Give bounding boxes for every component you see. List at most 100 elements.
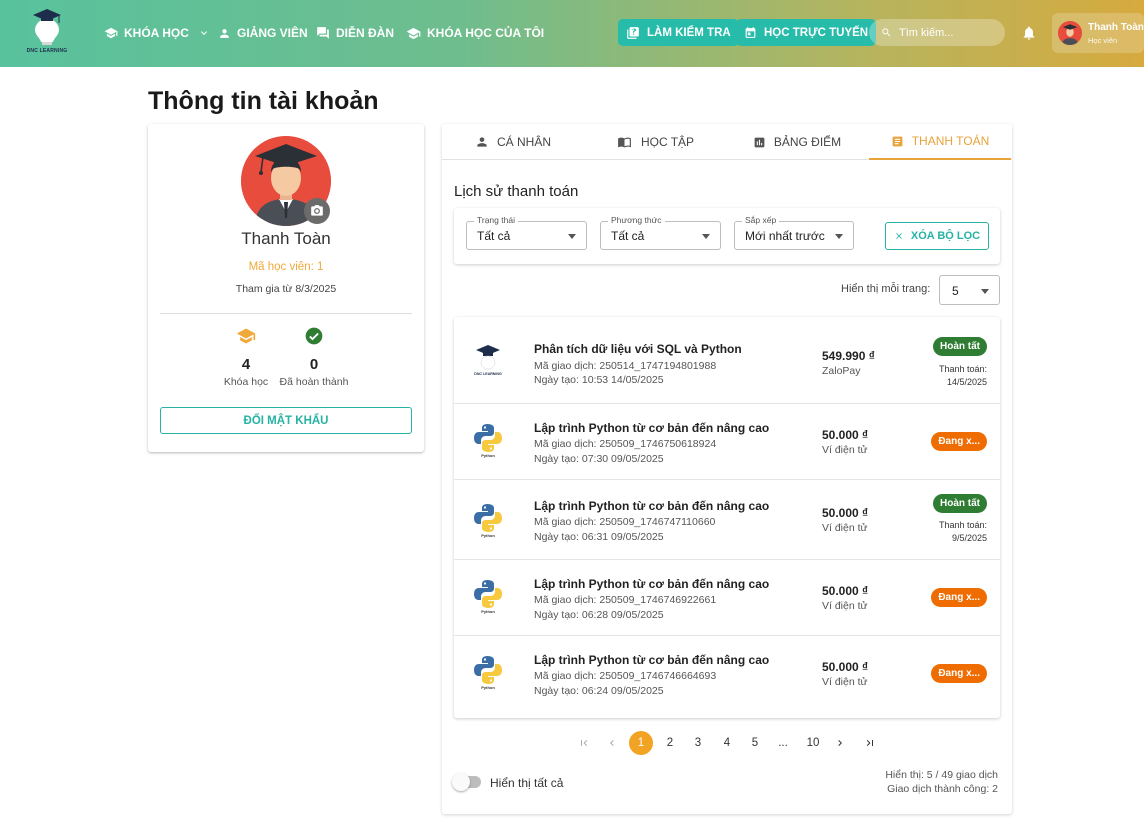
created-date: Ngày tạo: 07:30 09/05/2025 (534, 453, 664, 465)
caret-down-icon (568, 234, 576, 239)
status-badge: Hoàn tất (933, 494, 987, 513)
search-input[interactable] (899, 26, 989, 39)
nav-my-courses[interactable]: KHÓA HỌC CỦA TÔI (406, 24, 544, 42)
status-badge: Đang x... (931, 664, 987, 683)
python-logo-icon: Python (474, 504, 502, 538)
user-menu[interactable]: Thanh Toàn Học viên (1052, 13, 1144, 53)
change-avatar-button[interactable] (304, 198, 330, 224)
transaction-row[interactable]: Python Lập trình Python từ cơ bản đến nâ… (454, 636, 1000, 718)
transaction-row[interactable]: DNC LEARNING Phân tích dữ liệu với SQL v… (454, 317, 1000, 404)
payment-method: ZaloPay (822, 365, 861, 377)
school-icon (236, 328, 256, 344)
first-page-button[interactable] (572, 731, 596, 755)
clear-filter-button[interactable]: XÓA BỘ LỌC (885, 222, 989, 250)
per-page-label: Hiển thị mỗi trang: (841, 283, 931, 295)
profile-card: Thanh Toàn Mã học viên: 1 Tham gia từ 8/… (148, 124, 424, 452)
python-logo-icon: Python (474, 580, 502, 614)
take-test-button[interactable]: LÀM KIỂM TRA (618, 19, 739, 46)
book-open-icon (618, 137, 631, 148)
notification-button[interactable] (1021, 25, 1037, 44)
payment-method: Ví điện tử (822, 600, 868, 612)
paid-label: Thanh toán: (938, 364, 987, 374)
next-page-button[interactable] (828, 731, 852, 755)
bell-icon (1023, 26, 1035, 40)
transaction-code: Mã giao dịch: 250509_1746747110660 (534, 516, 716, 528)
payment-method: Ví điện tử (822, 522, 868, 534)
sort-select[interactable]: Sắp xếp Mới nhất trước (734, 215, 854, 250)
stat-completed-label: Đã hoàn thành (279, 376, 349, 388)
change-password-button[interactable]: ĐỔI MẬT KHẨU (160, 407, 412, 434)
tab-bar: CÁ NHÂN HỌC TẬP BẢNG ĐIỂM THANH TOÁN (442, 124, 1012, 160)
payment-method: Ví điện tử (822, 676, 868, 688)
status-filter[interactable]: Trạng thái Tất cả (466, 215, 587, 250)
course-title: Phân tích dữ liệu với SQL và Python (534, 342, 742, 356)
avatar (1058, 21, 1082, 45)
tab-payment[interactable]: THANH TOÁN (869, 124, 1011, 160)
page-button[interactable]: 10 (801, 731, 825, 755)
tab-payment-label: THANH TOÁN (911, 134, 990, 148)
course-title: Lập trình Python từ cơ bản đến nâng cao (534, 499, 770, 513)
per-page-value: 5 (952, 284, 959, 298)
nav-courses-label: KHÓA HỌC (124, 26, 189, 40)
tab-learning-label: HỌC TẬP (640, 135, 695, 149)
paid-label: Thanh toán: (938, 520, 987, 530)
take-test-label: LÀM KIỂM TRA (647, 26, 731, 39)
status-filter-label: Trạng thái (474, 215, 518, 225)
show-all-toggle[interactable] (452, 773, 481, 791)
nav-instructors[interactable]: GIẢNG VIÊN (218, 24, 308, 42)
last-page-button[interactable] (858, 731, 882, 755)
per-page-select[interactable]: 5 (939, 275, 1000, 305)
section-title: Lịch sử thanh toán (454, 183, 579, 200)
paid-date: 14/5/2025 (946, 377, 987, 387)
success-count: Giao dịch thành công: 2 (887, 783, 998, 795)
page-button[interactable]: 1 (629, 731, 653, 755)
svg-text:DNC LEARNING: DNC LEARNING (474, 372, 502, 376)
toggle-knob (452, 773, 470, 791)
transaction-row[interactable]: Python Lập trình Python từ cơ bản đến nâ… (454, 404, 1000, 480)
account-panel: CÁ NHÂN HỌC TẬP BẢNG ĐIỂM THANH TOÁN Lịc… (442, 124, 1012, 814)
chevron-right-icon (838, 740, 842, 746)
page-button[interactable]: 2 (658, 731, 682, 755)
top-navbar: DNC LEARNING KHÓA HỌC GIẢNG VIÊN DIỄN ĐÀ… (0, 0, 1144, 67)
page-button[interactable]: 3 (686, 731, 710, 755)
book-icon (104, 27, 118, 39)
close-icon (895, 233, 902, 239)
dnc-logo-icon: DNC LEARNING (474, 345, 502, 376)
stat-completed: 0 Đã hoàn thành (269, 326, 359, 388)
student-id: Mã học viên: 1 (248, 261, 324, 273)
status-filter-value: Tất cả (477, 229, 511, 243)
sort-select-label: Sắp xếp (742, 215, 780, 225)
tab-grades[interactable]: BẢNG ĐIỂM (726, 124, 868, 160)
logo[interactable]: DNC LEARNING (20, 7, 74, 59)
page-button[interactable]: 5 (743, 731, 767, 755)
logo-text: DNC LEARNING (26, 48, 68, 54)
tab-personal-label: CÁ NHÂN (496, 135, 551, 149)
page-ellipsis: ... (778, 737, 788, 749)
transaction-row[interactable]: Python Lập trình Python từ cơ bản đến nâ… (454, 560, 1000, 636)
transaction-code: Mã giao dịch: 250509_1746750618924 (534, 438, 717, 450)
prev-page-button[interactable] (600, 731, 624, 755)
stat-completed-value: 0 (309, 356, 319, 373)
camera-icon (311, 205, 323, 216)
last-page-icon (866, 740, 873, 746)
divider (160, 313, 412, 314)
paid-info: Thanh toán: 9/5/2025 (939, 519, 987, 545)
online-learning-button[interactable]: HỌC TRỰC TUYẾN (736, 19, 877, 46)
course-title: Lập trình Python từ cơ bản đến nâng cao (534, 653, 770, 667)
status-badge: Đang x... (931, 432, 987, 451)
nav-courses[interactable]: KHÓA HỌC (104, 24, 210, 42)
method-filter[interactable]: Phương thức Tất cả (600, 215, 721, 250)
nav-forum[interactable]: DIỄN ĐÀN (316, 24, 394, 42)
page-button[interactable]: 4 (715, 731, 739, 755)
tab-learning[interactable]: HỌC TẬP (584, 124, 726, 160)
amount: 50.000 ₫ (822, 428, 869, 442)
tab-personal[interactable]: CÁ NHÂN (442, 124, 584, 160)
transaction-row[interactable]: Python Lập trình Python từ cơ bản đến nâ… (454, 480, 1000, 560)
first-page-icon (581, 740, 588, 746)
sort-select-value: Mới nhất trước (745, 229, 825, 243)
user-avatar-icon (1058, 21, 1082, 45)
caret-down-icon (981, 289, 989, 294)
method-filter-value: Tất cả (611, 229, 645, 243)
search-box[interactable] (869, 19, 1005, 46)
created-date: Ngày tạo: 06:24 09/05/2025 (534, 685, 664, 697)
